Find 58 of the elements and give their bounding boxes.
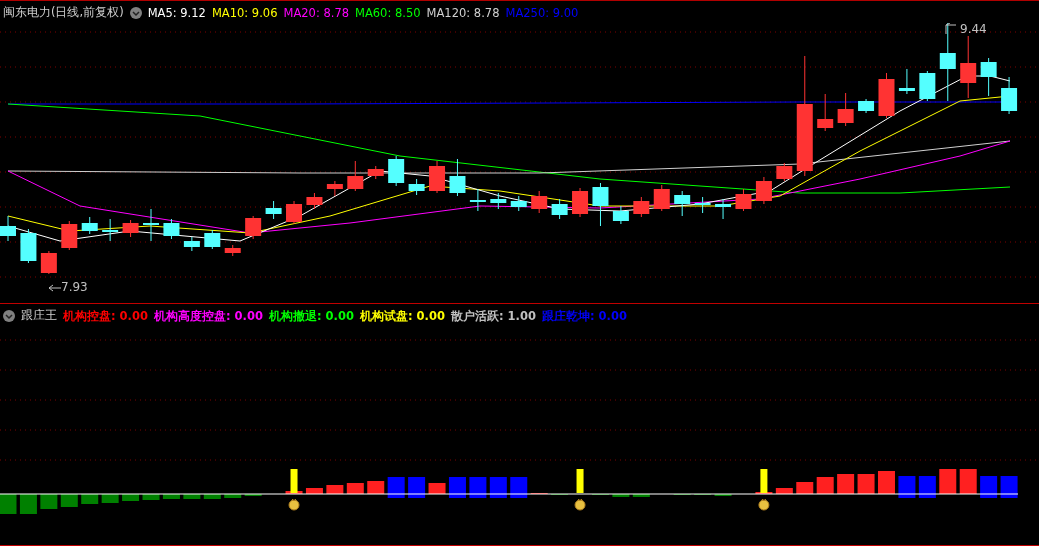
indicator-bar — [305, 488, 323, 494]
stock-title: 闽东电力(日线,前复权) — [3, 5, 124, 20]
money-bag-icon — [288, 498, 300, 511]
dropdown-icon[interactable] — [129, 6, 142, 19]
indicator-bar — [122, 494, 140, 501]
indicator-bar — [510, 477, 528, 498]
signal-bar — [576, 469, 584, 493]
indicator-value: 机构控盘: 0.00 — [63, 308, 148, 323]
indicator-bar — [857, 474, 875, 494]
indicator-bar — [939, 469, 957, 494]
indicator-bar — [1000, 476, 1018, 498]
ma-indicator: MA20: 8.78 — [283, 5, 349, 20]
high-price-label: 9.44 — [960, 23, 987, 35]
indicator-bar — [346, 483, 364, 494]
indicator-bar — [918, 476, 936, 498]
indicator-bar — [632, 494, 650, 497]
indicator-bar — [489, 477, 507, 498]
indicator-bar — [796, 482, 814, 494]
ma-indicator: MA5: 9.12 — [147, 5, 206, 20]
indicator-value: 机构试盘: 0.00 — [359, 308, 445, 323]
indicator-bar — [387, 477, 405, 498]
indicator-value: 机构高度控盘: 0.00 — [154, 308, 263, 323]
indicator-bar — [81, 494, 99, 504]
ma-indicator: MA250: 9.00 — [505, 5, 579, 20]
indicator-bar — [224, 494, 242, 498]
indicator-bar — [898, 476, 916, 498]
ma-indicator: MA10: 9.06 — [211, 5, 278, 20]
indicator-bar — [0, 494, 17, 514]
indicator-bar — [714, 494, 732, 496]
indicator-bar — [408, 477, 426, 498]
indicator-value: 散户活跃: 1.00 — [450, 308, 536, 323]
low-price-label: 7.93 — [61, 281, 88, 293]
ma-indicator: MA120: 8.78 — [426, 5, 500, 20]
money-bag-icon — [758, 498, 770, 511]
indicator-bar — [101, 494, 119, 503]
indicator-bar — [612, 494, 630, 497]
indicator-bar — [162, 494, 180, 499]
indicator-bar — [469, 477, 487, 498]
signal-bar — [290, 469, 298, 493]
indicator-bar — [326, 485, 344, 494]
indicator-bar — [837, 474, 855, 494]
indicator-bar — [142, 494, 160, 500]
ma-indicator: MA60: 8.50 — [355, 5, 421, 20]
indicator-bar — [183, 494, 201, 499]
indicator-bar — [959, 469, 977, 494]
indicator-title: 跟庄王 — [21, 308, 57, 323]
indicator-value: 跟庄乾坤: 0.00 — [541, 308, 627, 323]
indicator-bar — [980, 476, 998, 498]
indicator-bar — [878, 471, 895, 494]
indicator-bar — [244, 494, 262, 496]
indicator-bar — [775, 488, 793, 494]
indicator-bar — [428, 483, 446, 494]
indicator-bar — [203, 494, 221, 499]
dropdown-icon[interactable] — [3, 309, 15, 322]
indicator-value: 机构撤退: 0.00 — [268, 308, 354, 323]
indicator-bar — [448, 477, 466, 498]
signal-bar — [760, 469, 768, 493]
money-bag-icon — [574, 498, 586, 511]
